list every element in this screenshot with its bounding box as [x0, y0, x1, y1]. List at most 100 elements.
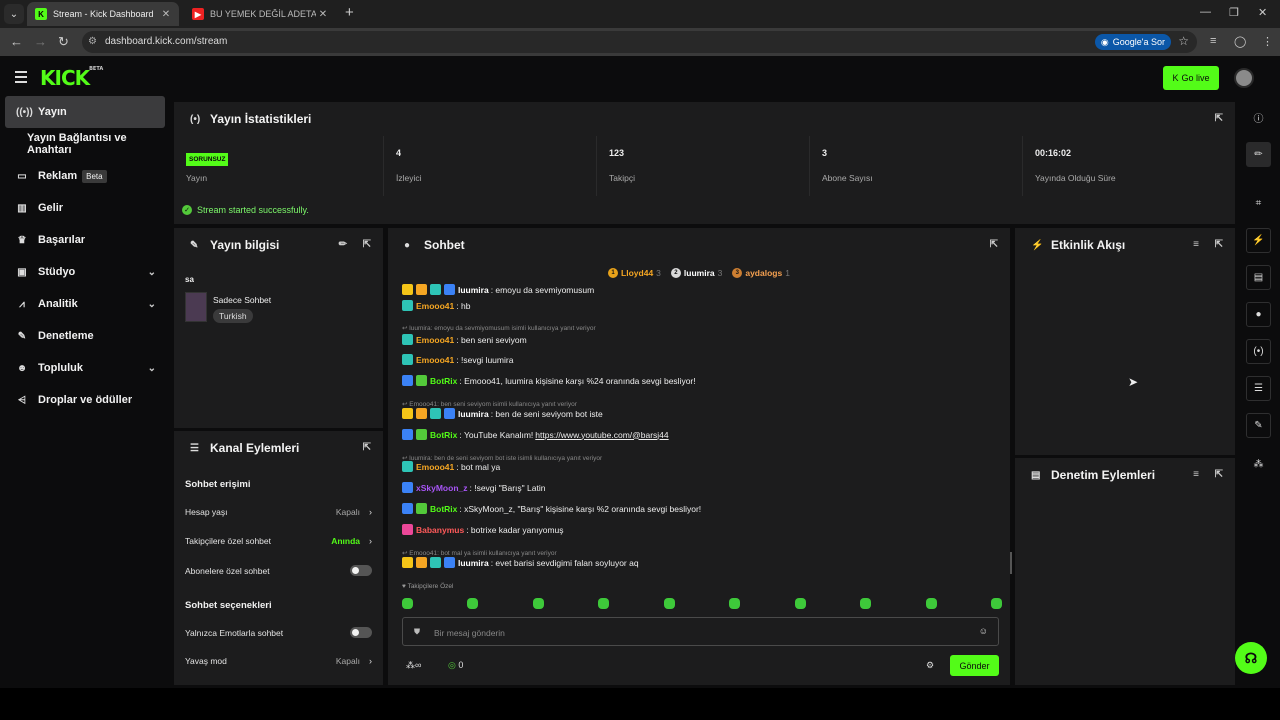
bookmark-star-icon[interactable]: ☆ — [1178, 34, 1189, 48]
focus-icon[interactable]: ⌗ — [1246, 191, 1271, 216]
sidebar-item-gelir[interactable]: ▥ Gelir — [0, 192, 170, 224]
chat-username[interactable]: luumira — [458, 285, 489, 295]
info-icon[interactable]: ⓘ — [1246, 105, 1271, 130]
edit-pencil-icon[interactable]: ✏ — [339, 239, 347, 250]
sidebar-item-studyo[interactable]: ▣ Stüdyo ⌄ — [0, 256, 170, 288]
forward-icon[interactable]: → — [34, 34, 47, 49]
wrench-icon[interactable]: ✎ — [1246, 413, 1271, 438]
followers-only-row[interactable]: Takipçilere özel sohbet Anında › — [185, 536, 372, 546]
emote-icon[interactable] — [925, 598, 937, 609]
avatar[interactable] — [1234, 68, 1254, 88]
site-info-icon[interactable]: ⚙ — [88, 36, 97, 47]
reload-icon[interactable]: ↻ — [58, 34, 69, 50]
emote-icon[interactable] — [532, 598, 544, 609]
emote-icon[interactable] — [467, 598, 479, 609]
support-chat-button[interactable]: ☊ — [1235, 642, 1267, 674]
emote-icon[interactable] — [794, 598, 806, 609]
edit-pencil-icon[interactable]: ✏ — [1246, 142, 1271, 167]
sidebar-item-denetleme[interactable]: ✎ Denetleme — [0, 320, 170, 352]
chat-username[interactable]: xSkyMoon_z — [416, 483, 468, 493]
clipboard-icon[interactable]: ▤ — [1246, 265, 1271, 290]
chat-message[interactable]: Emooo41: ben seni seviyom — [402, 334, 527, 345]
subs-only-toggle[interactable] — [350, 565, 372, 576]
chat-username[interactable]: luumira — [458, 558, 489, 568]
account-age-row[interactable]: Hesap yaşı Kapalı › — [185, 507, 372, 517]
emote-icon[interactable] — [598, 598, 610, 609]
popout-icon[interactable]: ⇱ — [1215, 469, 1223, 480]
chat-username[interactable]: BotRix — [430, 504, 457, 514]
minimize-icon[interactable]: — — [1200, 6, 1211, 18]
chat-message[interactable]: luumira: emoyu da sevmiyomusum — [402, 284, 594, 295]
chat-message[interactable]: BotRix: YouTube Kanalım! https://www.you… — [402, 429, 669, 440]
sidebar-item-analitik[interactable]: ⩘ Analitik ⌄ — [0, 288, 170, 320]
google-lens-button[interactable]: ◉ Google'a Sor — [1094, 34, 1171, 50]
tab-kick-dashboard[interactable]: K Stream - Kick Dashboard ✕ — [27, 2, 179, 26]
emote-only-toggle[interactable] — [350, 627, 372, 638]
media-icon[interactable]: ≡ — [1210, 35, 1216, 47]
chat-username[interactable]: Babanymus — [416, 525, 464, 535]
emote-icon[interactable] — [729, 598, 741, 609]
chat-message[interactable]: Emooo41: hb — [402, 300, 470, 311]
kick-logo[interactable]: KICKBETA — [40, 66, 103, 90]
dots-icon[interactable]: ⁂ — [1246, 452, 1271, 477]
sidebar-item-topluluk[interactable]: ☻ Topluluk ⌄ — [0, 352, 170, 384]
menu-dots-icon[interactable]: ⋮ — [1262, 35, 1273, 48]
chat-message[interactable]: BotRix: xSkyMoon_z, "Barış" kişisine kar… — [402, 503, 701, 514]
chat-link[interactable]: https://www.youtube.com/@barsj44 — [535, 430, 668, 440]
sidebar-item-stream-key[interactable]: Yayın Bağlantısı ve Anahtarı — [0, 128, 170, 160]
chat-message[interactable]: Emooo41: !sevgi luumira — [402, 354, 513, 365]
infinity-icon[interactable]: ⁂∞ — [406, 660, 421, 671]
chat-username[interactable]: Emooo41 — [416, 355, 454, 365]
slow-mode-row[interactable]: Yavaş mod Kapalı › — [185, 656, 372, 666]
filter-icon[interactable]: ≡ — [1193, 469, 1199, 480]
filter-icon[interactable]: ≡ — [1193, 239, 1199, 250]
close-tab-icon[interactable]: ✕ — [159, 9, 173, 20]
popout-icon[interactable]: ⇱ — [1215, 113, 1223, 124]
chat-username[interactable]: BotRix — [430, 430, 457, 440]
close-window-icon[interactable]: ✕ — [1258, 6, 1267, 19]
chat-bubble-icon[interactable]: ● — [1246, 302, 1271, 327]
sidebar-item-reklam[interactable]: ▭ Reklam Beta — [0, 160, 170, 192]
popout-icon[interactable]: ⇱ — [363, 239, 371, 250]
chat-username[interactable]: Emooo41 — [416, 301, 454, 311]
emote-icon[interactable] — [663, 598, 675, 609]
leader-item[interactable]: 2 luumira 3 — [670, 268, 722, 278]
emote-icon[interactable] — [860, 598, 872, 609]
emote-icon[interactable] — [990, 598, 1002, 609]
leader-item[interactable]: 1 Lloyd44 3 — [608, 268, 661, 278]
tab-youtube[interactable]: ▶ BU YEMEK DEĞİL ADETA ŞÖLEN ✕ — [184, 2, 336, 26]
kicks-counter[interactable]: ◎ 0 — [448, 660, 463, 671]
profile-icon[interactable]: ◯ — [1234, 35, 1246, 48]
chat-username[interactable]: Emooo41 — [416, 335, 454, 345]
emoji-icon[interactable]: ☺ — [979, 626, 988, 636]
go-live-button[interactable]: K Go live — [1163, 66, 1219, 90]
sidebar-item-droplar[interactable]: ⩤ Droplar ve ödüller — [0, 384, 170, 416]
chat-input[interactable]: ⛊ Bir mesaj gönderin ☺ — [402, 617, 999, 646]
chat-message[interactable]: BotRix: Emooo41, luumira kişisine karşı … — [402, 375, 696, 386]
sidebar-item-yayin[interactable]: ((•)) Yayın — [5, 96, 165, 128]
chat-scrollbar[interactable] — [1010, 552, 1012, 574]
lightning-icon[interactable]: ⚡ — [1246, 228, 1271, 253]
emote-icon[interactable] — [402, 598, 413, 609]
chat-username[interactable]: Emooo41 — [416, 462, 454, 472]
settings-gear-icon[interactable]: ⚙ — [926, 660, 934, 671]
chat-username[interactable]: luumira — [458, 409, 489, 419]
tab-search-icon[interactable]: ⌄ — [4, 4, 24, 24]
list-icon[interactable]: ☰ — [1246, 376, 1271, 401]
close-tab-icon[interactable]: ✕ — [316, 9, 330, 20]
chat-username[interactable]: BotRix — [430, 376, 457, 386]
chat-message[interactable]: luumira: ben de seni seviyom bot iste — [402, 408, 603, 419]
popout-icon[interactable]: ⇱ — [1215, 239, 1223, 250]
chat-message[interactable]: luumira: evet barisi sevdigimi falan soy… — [402, 557, 639, 568]
url-bar[interactable]: ⚙ dashboard.kick.com/stream ◉ Google'a So… — [82, 31, 1197, 53]
restore-icon[interactable]: ❐ — [1229, 6, 1239, 19]
popout-icon[interactable]: ⇱ — [990, 239, 998, 250]
send-button[interactable]: Gönder — [950, 655, 999, 676]
leader-item[interactable]: 3 aydalogs 1 — [732, 268, 790, 278]
chat-message[interactable]: xSkyMoon_z: !sevgi "Barış" Latin — [402, 482, 545, 493]
chat-message[interactable]: Emooo41: bot mal ya — [402, 461, 500, 472]
back-icon[interactable]: ← — [10, 34, 23, 49]
broadcast-icon[interactable]: (•) — [1246, 339, 1271, 364]
new-tab-icon[interactable]: + — [345, 4, 354, 21]
chat-message[interactable]: Babanymus: botrixe kadar yanıyomuş — [402, 524, 564, 535]
